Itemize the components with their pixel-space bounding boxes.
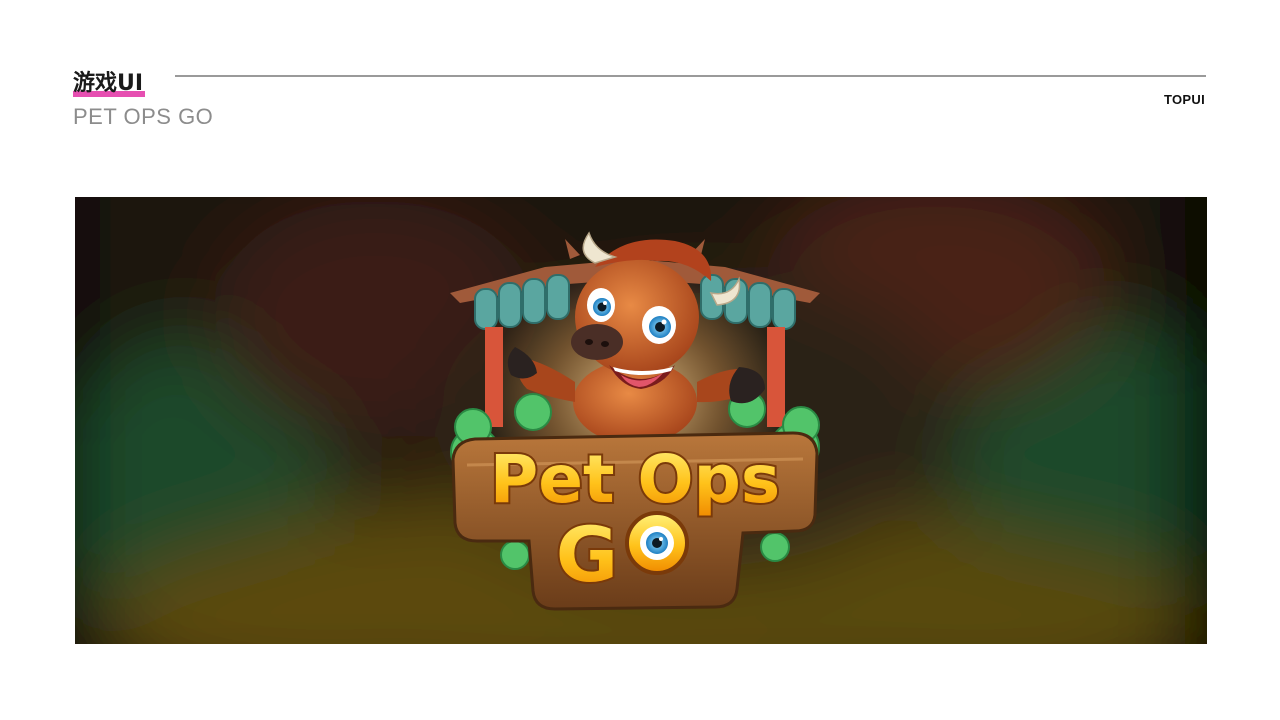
logo-letter-o-eye: O (625, 511, 689, 575)
brand-mark: TOPUI (1164, 92, 1205, 107)
category-title: 游戏UI (73, 70, 146, 98)
category-title-text: 游戏UI (73, 71, 144, 96)
logo-letter-g: G (556, 510, 618, 599)
game-logo: Pet Ops G O (450, 231, 820, 611)
project-name: PET OPS GO (73, 104, 214, 129)
heading-block: 游戏UI PET OPS GO (73, 70, 213, 130)
presentation-page: 游戏UI PET OPS GO TOPUI Pet Ops G (0, 0, 1280, 720)
logo-line-pet-ops: Pet Ops (490, 441, 780, 518)
header-divider-line (175, 75, 1206, 77)
game-logo-showcase: Pet Ops G O (75, 197, 1207, 644)
showcase-artwork: Pet Ops G O (75, 197, 1207, 644)
